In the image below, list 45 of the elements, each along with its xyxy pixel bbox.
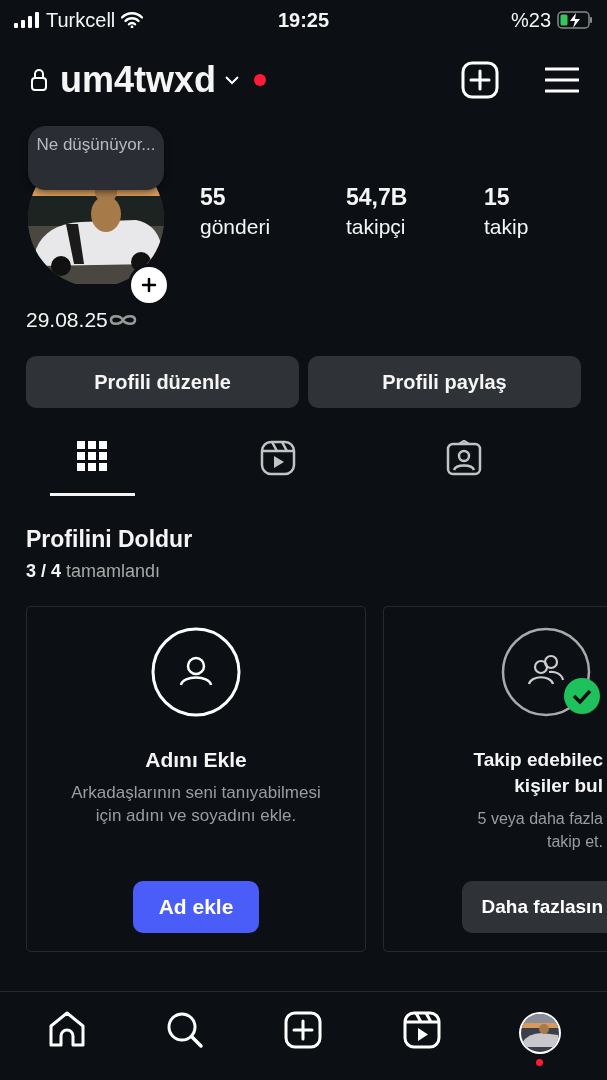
stat-label[interactable]: takipçi <box>346 215 484 239</box>
grid-icon <box>76 440 109 472</box>
bio-text: 29.08.25 <box>26 308 108 332</box>
card-action-button[interactable]: Daha fazlasın <box>461 881 607 933</box>
lock-icon <box>30 68 48 92</box>
username[interactable]: um4twxd <box>60 59 217 101</box>
section-title: Profilini Doldur <box>26 526 194 553</box>
signal-icon <box>14 12 40 28</box>
clock-time: 19:25 <box>277 8 330 32</box>
carrier-name: Turkcell <box>46 8 116 32</box>
stat-count: 54,7B <box>346 184 409 211</box>
search-icon[interactable] <box>166 1011 205 1049</box>
progress-label: tamamlandı <box>66 561 161 581</box>
card-title: Takip edebilec kişiler bul <box>473 748 604 798</box>
progress-count: 3 / 4 <box>26 561 62 581</box>
reels-icon <box>260 440 296 476</box>
menu-icon[interactable] <box>545 67 579 93</box>
card-action-button[interactable]: Ad ekle <box>132 881 260 933</box>
infinity-icon <box>107 312 138 328</box>
battery-percent: %23 <box>510 8 551 32</box>
stat-label[interactable]: gönderi <box>200 215 346 239</box>
battery-charging-icon <box>557 11 593 29</box>
card-description: 5 veya daha fazla takip et. <box>477 809 604 852</box>
add-icon[interactable] <box>284 1011 323 1049</box>
person-icon <box>151 627 241 717</box>
profile-button[interactable]: Profili paylaş <box>308 356 581 408</box>
note-bubble[interactable]: Ne düşünüyor... <box>28 126 164 190</box>
active-dot <box>536 1059 544 1066</box>
stat-count: 55 <box>200 184 227 211</box>
add-icon[interactable] <box>461 61 499 99</box>
home-icon[interactable] <box>48 1011 87 1047</box>
wifi-icon <box>121 12 144 28</box>
people-icon <box>501 627 591 717</box>
stat-label[interactable]: takip <box>484 215 584 239</box>
stat-count: 15 <box>484 184 511 211</box>
tagged-person-icon <box>445 440 482 476</box>
profile-avatar-icon[interactable] <box>517 1011 562 1055</box>
card-description: Arkadaşlarının seni tanıyabilmesi için adını ve soyadını ekle. <box>71 782 321 827</box>
check-badge-icon <box>563 677 601 715</box>
profile-button[interactable]: Profili düzenle <box>26 356 299 408</box>
plus-icon <box>141 277 157 293</box>
chevron-down-icon[interactable] <box>224 75 241 85</box>
card-title: Adını Ekle <box>145 747 247 773</box>
profile-tab[interactable] <box>50 440 135 496</box>
reels-icon[interactable] <box>402 1011 441 1049</box>
